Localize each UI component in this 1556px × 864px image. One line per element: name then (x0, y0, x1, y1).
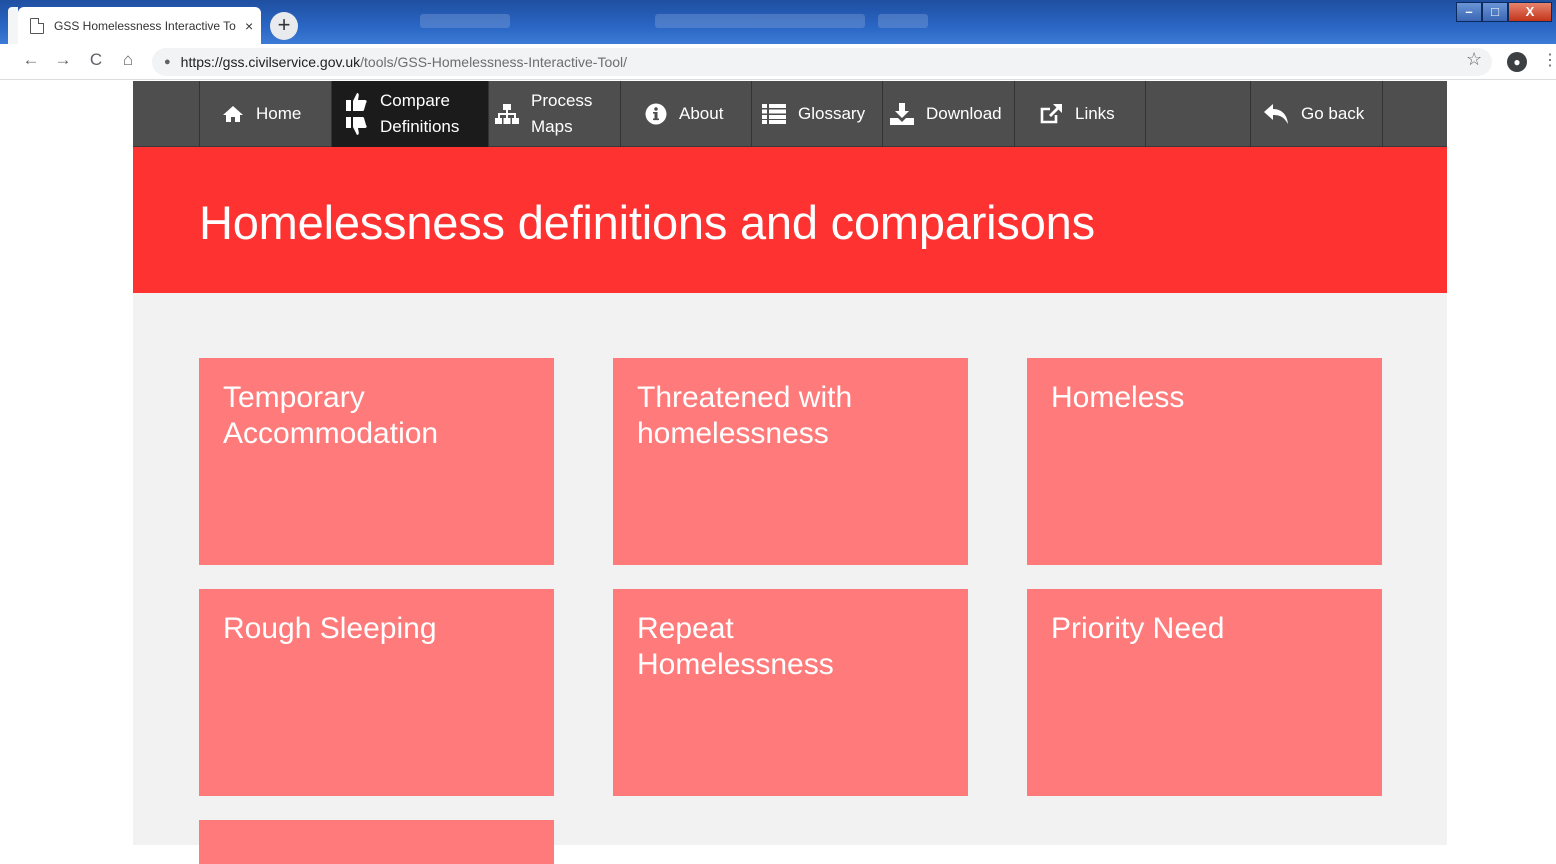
nav-glossary-label: Glossary (798, 104, 866, 123)
nav-process-maps[interactable]: Process Maps (488, 81, 620, 147)
nav-divider (1382, 81, 1383, 147)
card-label: Homelessness (637, 648, 834, 681)
tab-close-icon[interactable]: × (245, 18, 253, 34)
browser-menu-icon[interactable]: ⋮ (1542, 50, 1556, 70)
card-repeat-homelessness[interactable]: Repeat Homelessness (613, 589, 968, 796)
tab-strip-edge (8, 7, 18, 44)
home-button[interactable]: ⌂ (117, 50, 139, 70)
back-button[interactable]: ← (20, 50, 42, 70)
browser-tab[interactable]: GSS Homelessness Interactive To × (18, 7, 261, 44)
maximize-button[interactable]: □ (1482, 2, 1508, 22)
card-label: Homeless (1051, 381, 1185, 414)
new-tab-button[interactable]: + (270, 12, 298, 40)
nav-compare-definitions[interactable]: Compare Definitions (331, 81, 488, 147)
nav-download-label: Download (926, 104, 1002, 123)
nav-home-label: Home (256, 104, 302, 123)
url-path: /tools/GSS-Homelessness-Interactive-Tool… (360, 54, 628, 70)
nav-download[interactable]: Download (882, 81, 1014, 147)
info-icon (645, 103, 667, 125)
nav-about[interactable]: About (620, 81, 751, 147)
address-bar[interactable]: ● https://gss.civilservice.gov.uk /tools… (152, 48, 1492, 76)
reply-arrow-icon (1263, 103, 1289, 125)
card-temporary-accommodation[interactable]: Temporary Accommodation (199, 358, 554, 565)
nav-maps-label: Maps (531, 117, 573, 136)
page-icon (30, 17, 44, 34)
forward-button[interactable]: → (52, 50, 74, 70)
card-priority-need[interactable]: Priority Need (1027, 589, 1382, 796)
minimize-button[interactable]: – (1456, 2, 1482, 22)
url-host: https://gss.civilservice.gov.uk (180, 54, 361, 70)
nav-divider (1145, 81, 1146, 147)
lock-icon: ● (164, 56, 171, 68)
external-link-icon (1039, 103, 1063, 125)
card-partially-visible[interactable] (199, 820, 554, 864)
nav-glossary[interactable]: Glossary (751, 81, 882, 147)
card-homeless[interactable]: Homeless (1027, 358, 1382, 565)
page-content: Home Compare Definitions Process Maps Ab… (133, 81, 1447, 864)
card-label: Threatened with (637, 381, 853, 414)
download-icon (890, 103, 914, 125)
blurred-taskbar-item (878, 14, 928, 28)
card-label: Temporary (223, 381, 365, 414)
nav-go-back-label: Go back (1301, 104, 1365, 123)
list-icon (762, 104, 786, 124)
nav-links-label: Links (1075, 104, 1115, 123)
blurred-taskbar-item (420, 14, 510, 28)
bookmark-star-icon[interactable]: ☆ (1466, 49, 1482, 70)
window-controls: – □ X (1456, 2, 1552, 22)
tab-title: GSS Homelessness Interactive To (54, 18, 236, 33)
card-label: homelessness (637, 417, 829, 450)
page-banner: Homelessness definitions and comparisons (133, 147, 1447, 293)
thumbs-up-down-icon (344, 91, 368, 137)
card-label: Accommodation (223, 417, 439, 450)
nav-go-back[interactable]: Go back (1250, 81, 1382, 147)
page-title: Homelessness definitions and comparisons (199, 196, 1095, 249)
card-label: Rough Sleeping (223, 612, 437, 645)
nav-home[interactable]: Home (199, 81, 331, 147)
nav-definitions-label: Definitions (380, 117, 460, 136)
nav-compare-label: Compare (380, 91, 450, 110)
blurred-taskbar-item (655, 14, 865, 28)
close-window-button[interactable]: X (1508, 2, 1552, 22)
home-icon (222, 105, 244, 123)
card-label: Priority Need (1051, 612, 1225, 645)
nav-process-label: Process (531, 91, 593, 110)
browser-tab-bar: GSS Homelessness Interactive To × + – □ … (0, 0, 1556, 44)
card-threatened-with-homelessness[interactable]: Threatened with homelessness (613, 358, 968, 565)
site-navigation: Home Compare Definitions Process Maps Ab… (133, 81, 1447, 147)
profile-icon[interactable]: ● (1507, 52, 1527, 72)
sitemap-icon (495, 103, 519, 125)
reload-button[interactable]: C (85, 50, 107, 70)
card-rough-sleeping[interactable]: Rough Sleeping (199, 589, 554, 796)
browser-toolbar: ← → C ⌂ ● https://gss.civilservice.gov.u… (0, 44, 1556, 80)
nav-about-label: About (679, 104, 724, 123)
nav-links[interactable]: Links (1014, 81, 1145, 147)
card-label: Repeat (637, 612, 734, 645)
